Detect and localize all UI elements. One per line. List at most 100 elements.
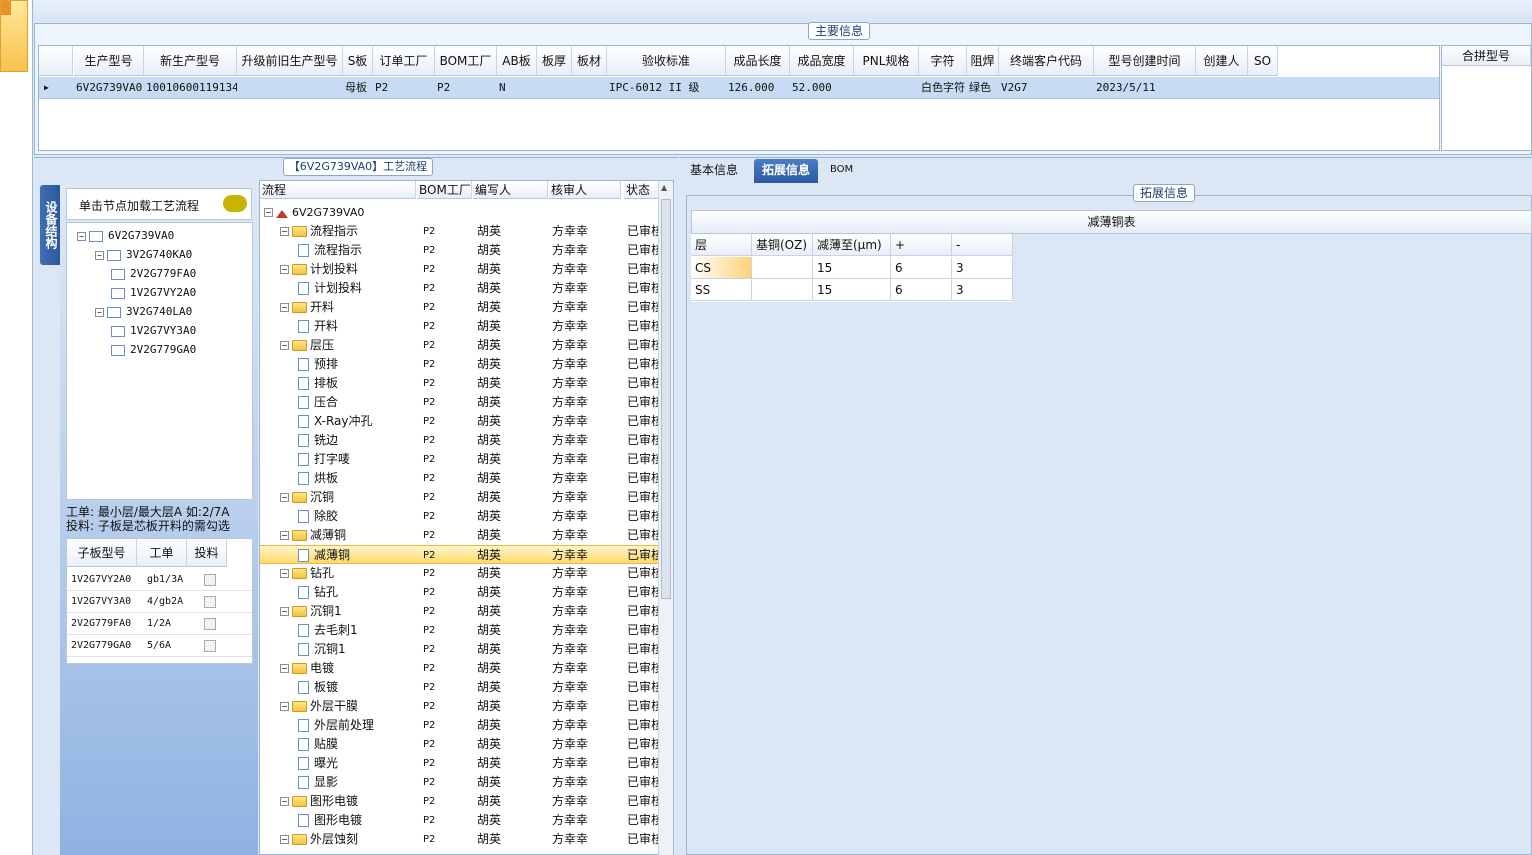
thin-copper-header[interactable]: + — [891, 234, 952, 256]
sub-column-header[interactable]: 投料 — [187, 539, 227, 567]
thin-copper-cell[interactable]: 3 — [952, 279, 1013, 301]
thin-copper-header[interactable]: 层 — [691, 234, 752, 256]
column-header[interactable]: 型号创建时间 — [1094, 46, 1196, 76]
nav-selected-item[interactable] — [0, 0, 28, 72]
thin-copper-cell[interactable]: 3 — [952, 257, 1013, 279]
table-row[interactable]: X-Ray冲孔 P2 胡英 方幸幸 已审核 — [260, 412, 660, 431]
column-header[interactable]: 成品长度 — [726, 46, 790, 76]
table-row[interactable]: − 沉铜1 P2 胡英 方幸幸 已审核 — [260, 602, 660, 621]
table-row[interactable]: − 沉铜 P2 胡英 方幸幸 已审核 — [260, 488, 660, 507]
feed-checkbox[interactable] — [204, 574, 216, 586]
expand-icon[interactable]: − — [280, 303, 289, 312]
column-header[interactable]: 新生产型号 — [144, 46, 237, 76]
table-row[interactable]: 显影 P2 胡英 方幸幸 已审核 — [260, 773, 660, 792]
table-row[interactable]: ▶ 6V2G739VA0 10010600119134 母板 P2 P2 N IPC-601… — [39, 77, 1439, 99]
column-header[interactable]: 生产型号 — [74, 46, 144, 76]
column-header[interactable]: SO — [1248, 46, 1278, 76]
speech-bubble-icon[interactable] — [223, 195, 247, 212]
grid-corner[interactable] — [39, 46, 73, 76]
expand-icon[interactable]: − — [280, 493, 289, 502]
table-row[interactable]: 预排 P2 胡英 方幸幸 已审核 — [260, 355, 660, 374]
table-row[interactable]: 贴膜 P2 胡英 方幸幸 已审核 — [260, 735, 660, 754]
expand-icon[interactable]: − — [280, 265, 289, 274]
tree-node[interactable]: 1V2G7VY2A0 — [111, 283, 196, 302]
table-row[interactable]: 1V2G7VY3A0 4/gb2A — [67, 591, 252, 613]
thin-copper-header[interactable]: - — [952, 234, 1013, 256]
thin-copper-header[interactable]: 基铜(OZ) — [752, 234, 813, 256]
thin-copper-cell[interactable]: 6 — [891, 257, 952, 279]
expand-icon[interactable]: − — [280, 227, 289, 236]
column-header[interactable]: 验收标准 — [607, 46, 726, 76]
thin-copper-cell[interactable]: 15 — [813, 279, 891, 301]
table-row[interactable]: 图形电镀 P2 胡英 方幸幸 已审核 — [260, 811, 660, 830]
tab-basic-info[interactable]: 基本信息 — [682, 159, 746, 183]
tab-extended-info[interactable]: 拓展信息 — [754, 159, 819, 183]
expand-icon[interactable]: − — [264, 208, 273, 217]
flow-root-row[interactable]: − 6V2G739VA0 — [260, 203, 660, 222]
table-row[interactable]: 压合 P2 胡英 方幸幸 已审核 — [260, 393, 660, 412]
table-row[interactable]: − 开料 P2 胡英 方幸幸 已审核 — [260, 298, 660, 317]
expand-icon[interactable]: − — [280, 569, 289, 578]
table-row[interactable]: − 电镀 P2 胡英 方幸幸 已审核 — [260, 659, 660, 678]
table-row[interactable]: − 外层蚀刻 P2 胡英 方幸幸 已审核 — [260, 830, 660, 849]
column-header[interactable]: 升级前旧生产型号 — [237, 46, 343, 76]
flow-column-header[interactable]: 核审人 — [549, 181, 621, 199]
table-row[interactable]: 打字唛 P2 胡英 方幸幸 已审核 — [260, 450, 660, 469]
column-header[interactable]: S板 — [343, 46, 373, 76]
vertical-tab-equipment[interactable]: 设备结构 — [40, 185, 62, 265]
table-row[interactable]: 计划投料 P2 胡英 方幸幸 已审核 — [260, 279, 660, 298]
column-header[interactable]: 板厚 — [537, 46, 572, 76]
tree-node[interactable]: 1V2G7VY3A0 — [111, 321, 196, 340]
table-row[interactable]: − 计划投料 P2 胡英 方幸幸 已审核 — [260, 260, 660, 279]
table-row[interactable]: 开料 P2 胡英 方幸幸 已审核 — [260, 317, 660, 336]
table-row[interactable]: 烘板 P2 胡英 方幸幸 已审核 — [260, 469, 660, 488]
expand-icon[interactable]: − — [77, 231, 86, 241]
thin-copper-cell[interactable] — [752, 279, 813, 301]
flow-column-header[interactable]: 流程 — [260, 181, 416, 199]
flow-scrollbar[interactable]: ▲ — [658, 181, 673, 855]
table-row[interactable]: 外层前处理 P2 胡英 方幸幸 已审核 — [260, 716, 660, 735]
thin-copper-cell[interactable]: 6 — [891, 279, 952, 301]
column-header[interactable]: 板材 — [572, 46, 607, 76]
merge-model-header[interactable]: 合拼型号 — [1442, 46, 1531, 66]
column-header[interactable]: 订单工厂 — [373, 46, 435, 76]
thin-copper-cell[interactable] — [752, 257, 813, 279]
table-row[interactable]: − 外层干膜 P2 胡英 方幸幸 已审核 — [260, 697, 660, 716]
table-row[interactable]: 铣边 P2 胡英 方幸幸 已审核 — [260, 431, 660, 450]
table-row[interactable]: 钻孔 P2 胡英 方幸幸 已审核 — [260, 583, 660, 602]
column-header[interactable]: PNL规格 — [854, 46, 919, 76]
column-header[interactable]: BOM工厂 — [435, 46, 497, 76]
table-row[interactable]: 2V2G779FA0 1/2A — [67, 613, 252, 635]
expand-icon[interactable]: − — [95, 307, 104, 317]
column-header[interactable]: 阻焊 — [967, 46, 999, 76]
column-header[interactable]: AB板 — [497, 46, 537, 76]
scroll-thumb[interactable] — [661, 199, 671, 599]
sub-column-header[interactable]: 子板型号 — [67, 539, 137, 567]
table-row[interactable]: 除胶 P2 胡英 方幸幸 已审核 — [260, 507, 660, 526]
table-row[interactable]: − 图形电镀 P2 胡英 方幸幸 已审核 — [260, 792, 660, 811]
thin-copper-cell[interactable]: CS — [691, 257, 752, 279]
tree-node[interactable]: 2V2G779FA0 — [111, 264, 196, 283]
tab-bom[interactable]: BOM — [822, 159, 861, 183]
table-row[interactable]: 减薄铜 P2 胡英 方幸幸 已审核 — [260, 545, 660, 564]
table-row[interactable]: 曝光 P2 胡英 方幸幸 已审核 — [260, 754, 660, 773]
thin-copper-cell[interactable]: 15 — [813, 257, 891, 279]
expand-icon[interactable]: − — [280, 797, 289, 806]
table-row[interactable]: − 钻孔 P2 胡英 方幸幸 已审核 — [260, 564, 660, 583]
table-row[interactable]: 流程指示 P2 胡英 方幸幸 已审核 — [260, 241, 660, 260]
thin-copper-header[interactable]: 减薄至(μm) — [813, 234, 891, 256]
table-row[interactable]: − 减薄铜 P2 胡英 方幸幸 已审核 — [260, 526, 660, 545]
expand-icon[interactable]: − — [95, 250, 104, 260]
flow-column-header[interactable]: 编写人 — [473, 181, 548, 199]
column-header[interactable]: 终端客户代码 — [999, 46, 1094, 76]
table-row[interactable]: 去毛刺1 P2 胡英 方幸幸 已审核 — [260, 621, 660, 640]
column-header[interactable]: 成品宽度 — [790, 46, 854, 76]
table-row[interactable]: 沉铜1 P2 胡英 方幸幸 已审核 — [260, 640, 660, 659]
column-header[interactable]: 字符 — [919, 46, 967, 76]
flow-column-header[interactable]: BOM工厂 — [417, 181, 472, 199]
tree-node[interactable]: − 3V2G740KA0 — [95, 245, 192, 264]
expand-icon[interactable]: − — [280, 531, 289, 540]
expand-icon[interactable]: − — [280, 664, 289, 673]
thin-copper-cell[interactable]: SS — [691, 279, 752, 301]
expand-icon[interactable]: − — [280, 835, 289, 844]
